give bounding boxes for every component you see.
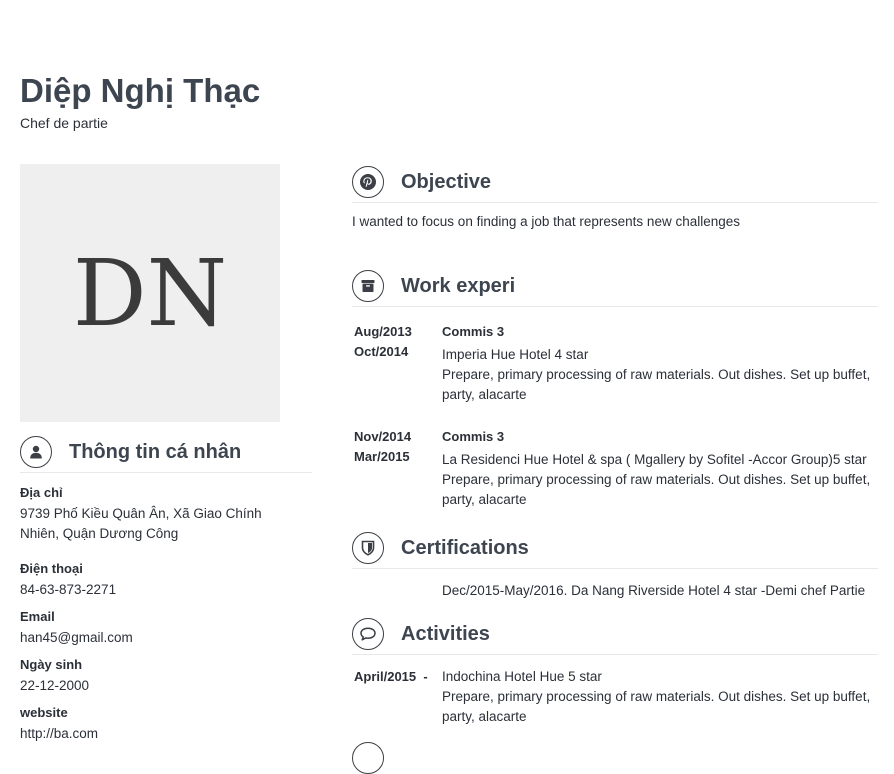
activity-entry: April/2015 - Indochina Hotel Hue 5 star …: [354, 667, 884, 737]
personal-info-title: Thông tin cá nhân: [69, 441, 242, 463]
work-entry: Nov/2014 Mar/2015 Commis 3 La Residenci …: [354, 427, 884, 517]
email-label: Email: [20, 609, 55, 624]
pinterest-icon: [352, 166, 384, 198]
work-role: Commis 3: [442, 429, 505, 444]
work-role: Commis 3: [442, 324, 505, 339]
job-title: Chef de partie: [20, 115, 108, 131]
website-label: website: [20, 705, 68, 720]
avatar-initials: DN: [72, 240, 228, 347]
phone-block: Điện thoại 84-63-873-2271: [20, 560, 300, 600]
activities-header: Activities: [352, 613, 878, 655]
work-date-from: Nov/2014: [354, 429, 412, 444]
certifications-title: Certifications: [401, 536, 529, 559]
work-body: Commis 3 La Residenci Hue Hotel & spa ( …: [442, 427, 882, 509]
address-block: Địa chỉ 9739 Phố Kiều Quân Ân, Xã Giao C…: [20, 484, 300, 544]
candidate-name: Diệp Nghị Thạc: [20, 72, 261, 109]
shield-icon: [352, 531, 384, 564]
work-title: Work experi: [401, 274, 516, 297]
address-value: 9739 Phố Kiều Quân Ân, Xã Giao Chính Nhi…: [20, 506, 262, 541]
phone-label: Điện thoại: [20, 561, 83, 576]
website-block: website http://ba.com: [20, 704, 300, 744]
personal-info-header: Thông tin cá nhân: [20, 432, 312, 473]
work-date-from: Aug/2013: [354, 324, 412, 339]
email-block: Email han45@gmail.com: [20, 608, 300, 648]
certification-text: Dec/2015-May/2016. Da Nang Riverside Hot…: [442, 583, 866, 598]
birthday-label: Ngày sinh: [20, 657, 83, 672]
email-value: han45@gmail.com: [20, 630, 133, 645]
phone-value: 84-63-873-2271: [20, 582, 117, 597]
user-icon: [20, 436, 52, 468]
website-value: http://ba.com: [20, 726, 99, 741]
objective-title: Objective: [401, 171, 492, 193]
work-company: Imperia Hue Hotel 4 star: [442, 347, 589, 362]
work-header: Work experi: [352, 265, 878, 307]
work-dates: Nov/2014 Mar/2015: [354, 427, 411, 467]
next-section-icon: [352, 742, 384, 774]
archive-box-icon: [352, 269, 384, 302]
work-date-to: Oct/2014: [354, 344, 409, 359]
work-body: Commis 3 Imperia Hue Hotel 4 star Prepar…: [442, 322, 882, 404]
speech-bubble-icon: [352, 617, 384, 650]
activities-title: Activities: [401, 622, 490, 645]
work-entry: Aug/2013 Oct/2014 Commis 3 Imperia Hue H…: [354, 322, 884, 412]
avatar: DN: [20, 164, 280, 422]
work-description: Prepare, primary processing of raw mater…: [442, 367, 871, 402]
birthday-block: Ngày sinh 22-12-2000: [20, 656, 300, 696]
address-label: Địa chỉ: [20, 485, 63, 500]
objective-header: Objective: [352, 162, 878, 203]
certifications-header: Certifications: [352, 527, 878, 569]
objective-text: I wanted to focus on finding a job that …: [352, 214, 740, 229]
activity-company: Indochina Hotel Hue 5 star: [442, 669, 602, 684]
birthday-value: 22-12-2000: [20, 678, 90, 693]
activity-body: Indochina Hotel Hue 5 star Prepare, prim…: [442, 667, 882, 726]
work-dates: Aug/2013 Oct/2014: [354, 322, 412, 362]
work-company: La Residenci Hue Hotel & spa ( Mgallery …: [442, 452, 867, 467]
activity-description: Prepare, primary processing of raw mater…: [442, 689, 871, 724]
work-date-to: Mar/2015: [354, 449, 410, 464]
activity-date: April/2015 -: [354, 669, 428, 684]
work-description: Prepare, primary processing of raw mater…: [442, 472, 871, 507]
